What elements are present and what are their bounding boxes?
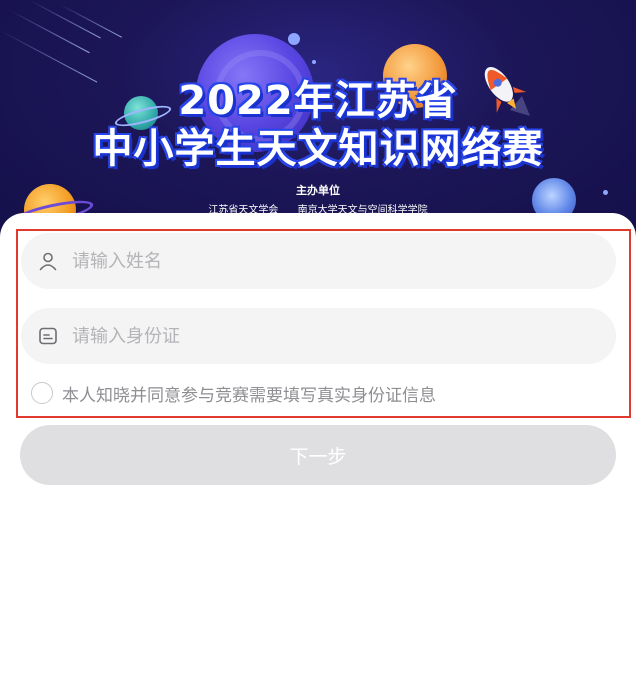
next-step-button[interactable]: 下一步 [20,425,616,485]
sponsor-label: 主办单位 [296,184,340,197]
meteor-streak [9,10,90,54]
star-dot [312,60,316,64]
banner-title-line2: 中小学生天文知识网络赛 [92,126,544,172]
star-dot [288,33,300,45]
highlight-outline [16,229,631,418]
header-banner: 2022年江苏省 中小学生天文知识网络赛 主办单位 江苏省天文学会 南京大学天文… [0,0,636,240]
